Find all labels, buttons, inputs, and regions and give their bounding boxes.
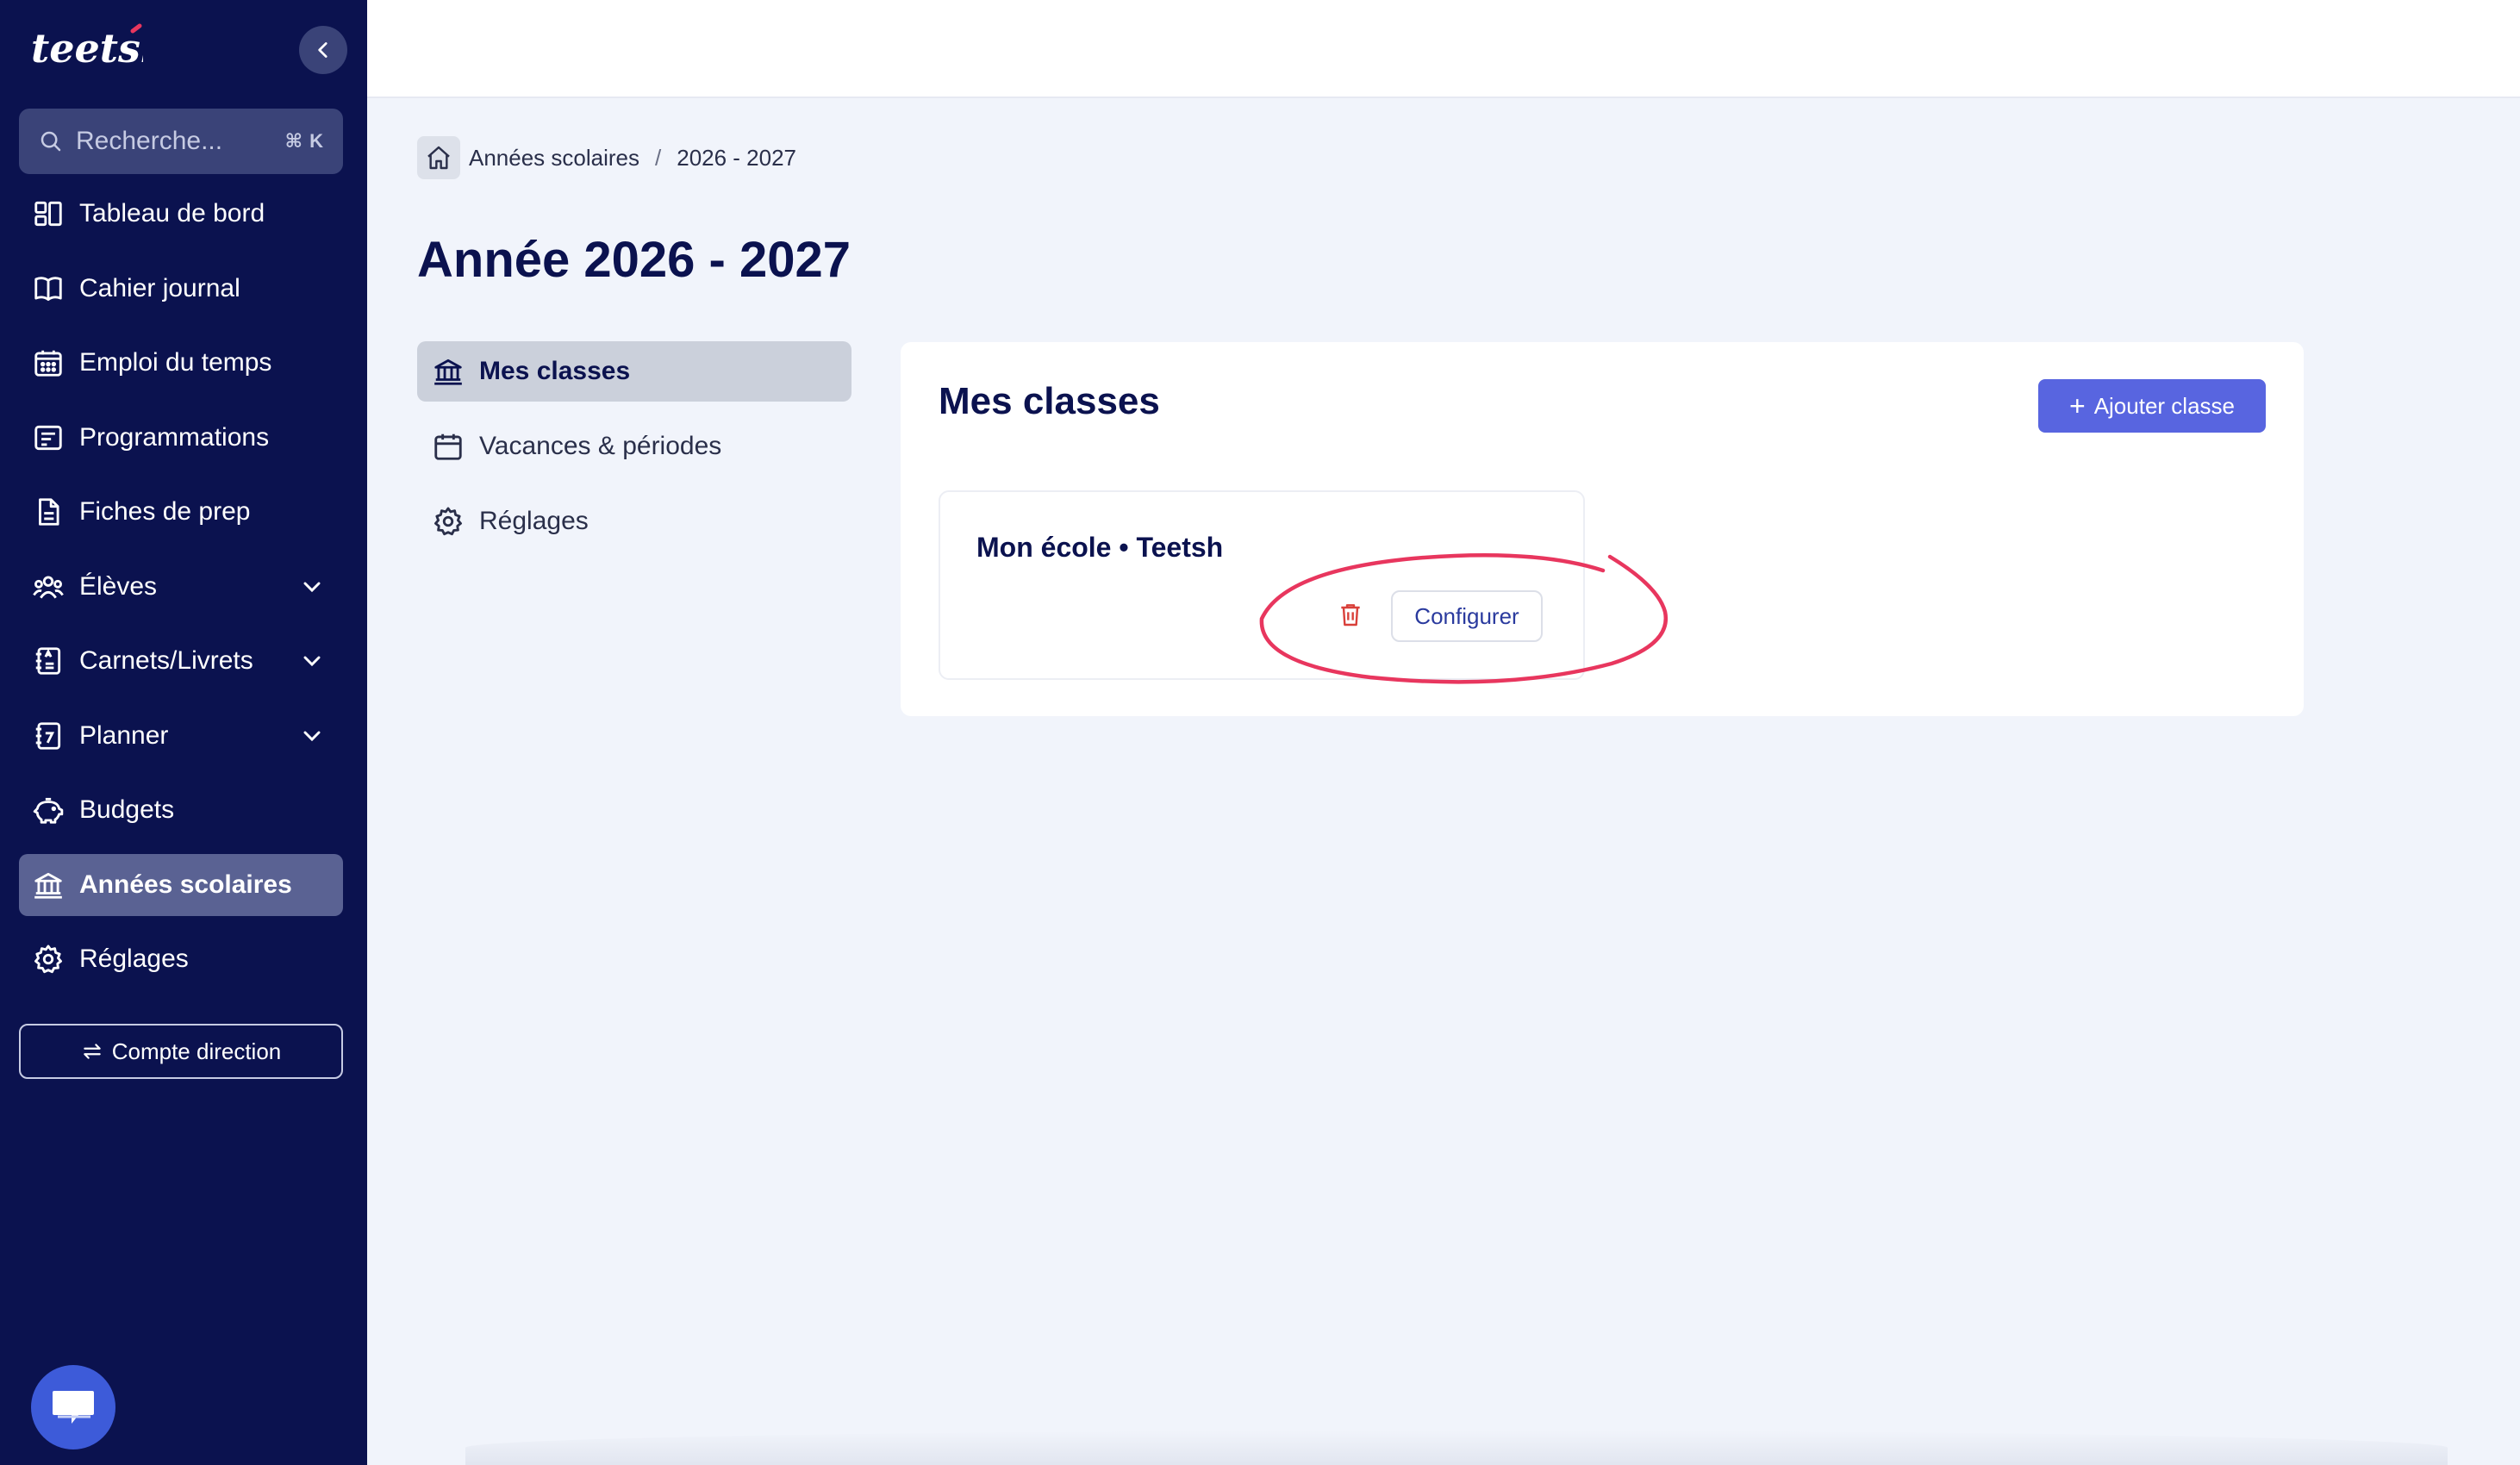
compte-direction-label: Compte direction bbox=[111, 1038, 282, 1064]
class-card: Mon école • Teetsh Configurer bbox=[939, 490, 1585, 680]
school-icon bbox=[431, 354, 465, 389]
sidebar-item-label: Emploi du temps bbox=[79, 348, 272, 377]
search-icon bbox=[41, 131, 61, 152]
calendar-grid-icon bbox=[31, 346, 65, 380]
sidebar-item-label: Programmations bbox=[79, 422, 270, 452]
delete-class-button[interactable] bbox=[1333, 597, 1368, 632]
add-class-button[interactable]: + Ajouter classe bbox=[2038, 379, 2266, 433]
gear-icon bbox=[31, 942, 65, 976]
top-bar bbox=[367, 0, 2520, 98]
sidebar-item-label: Réglages bbox=[79, 944, 189, 973]
svg-text:teetsh: teetsh bbox=[31, 25, 143, 72]
chat-icon bbox=[53, 1391, 94, 1424]
breadcrumb-annees-scolaires[interactable]: Années scolaires bbox=[469, 145, 639, 171]
search-box[interactable]: Recherche... ⌘ K bbox=[19, 109, 343, 174]
plus-icon: + bbox=[2069, 390, 2086, 421]
sidebar-item-label: Budgets bbox=[79, 795, 175, 824]
bottom-shadow bbox=[465, 1431, 2448, 1465]
search-shortcut: ⌘ K bbox=[284, 130, 324, 152]
sidebar-item-label: Élèves bbox=[79, 571, 158, 601]
breadcrumb: Années scolaires / 2026 - 2027 bbox=[417, 136, 796, 179]
breadcrumb-separator: / bbox=[655, 144, 662, 171]
sidebar-item-carnets-livrets[interactable]: Carnets/Livrets bbox=[19, 630, 343, 692]
book-icon bbox=[31, 271, 65, 306]
chevron-down-icon bbox=[303, 731, 321, 741]
students-icon bbox=[31, 570, 65, 604]
collapse-sidebar-button[interactable] bbox=[299, 26, 347, 74]
sidebar-item-cahier-journal[interactable]: Cahier journal bbox=[19, 258, 343, 320]
gear-icon bbox=[431, 504, 465, 539]
sidebar-item-label: Fiches de prep bbox=[79, 497, 251, 526]
classes-panel: Mes classes + Ajouter classe Mon école •… bbox=[901, 342, 2304, 716]
sidebar-item-planner[interactable]: Planner bbox=[19, 705, 343, 767]
document-icon bbox=[31, 495, 65, 529]
sidebar-nav: Tableau de bord Cahier journal Emploi du… bbox=[19, 183, 343, 1003]
sidebar-item-emploi-du-temps[interactable]: Emploi du temps bbox=[19, 332, 343, 394]
sidebar-item-fiches-de-prep[interactable]: Fiches de prep bbox=[19, 481, 343, 543]
add-class-label: Ajouter classe bbox=[2093, 392, 2235, 419]
chevron-down-icon bbox=[303, 656, 321, 667]
subnav-vacances-periodes[interactable]: Vacances & périodes bbox=[417, 416, 851, 477]
subnav-mes-classes[interactable]: Mes classes bbox=[417, 341, 851, 402]
sidebar-item-eleves[interactable]: Élèves bbox=[19, 556, 343, 618]
list-board-icon bbox=[31, 421, 65, 455]
subnav-label: Vacances & périodes bbox=[479, 432, 722, 460]
calendar-icon bbox=[431, 429, 465, 464]
school-icon bbox=[31, 868, 65, 902]
trash-icon bbox=[1341, 604, 1360, 627]
home-button[interactable] bbox=[417, 136, 460, 179]
sidebar-item-programmations[interactable]: Programmations bbox=[19, 407, 343, 469]
piggy-bank-icon bbox=[31, 793, 65, 827]
page-title: Année 2026 - 2027 bbox=[417, 232, 851, 288]
chevron-left-icon bbox=[318, 42, 327, 58]
subnav-label: Réglages bbox=[479, 507, 589, 535]
sidebar-item-label: Planner bbox=[79, 720, 169, 750]
class-card-title: Mon école • Teetsh bbox=[976, 532, 1224, 563]
dashboard-icon bbox=[31, 196, 65, 231]
sidebar-item-label: Cahier journal bbox=[79, 273, 240, 302]
compte-direction-button[interactable]: Compte direction bbox=[19, 1024, 343, 1079]
breadcrumb-current-year: 2026 - 2027 bbox=[677, 144, 797, 171]
panel-title: Mes classes bbox=[939, 380, 1160, 422]
subnav-reglages[interactable]: Réglages bbox=[417, 491, 851, 552]
swap-icon bbox=[83, 1044, 101, 1059]
teetsh-logo[interactable]: teetsh bbox=[31, 22, 169, 74]
chevron-down-icon bbox=[303, 582, 321, 592]
notebook-icon bbox=[31, 644, 65, 678]
sidebar-item-tableau-de-bord[interactable]: Tableau de bord bbox=[19, 183, 343, 245]
search-placeholder: Recherche... bbox=[76, 127, 223, 155]
sidebar-item-annees-scolaires[interactable]: Années scolaires bbox=[19, 853, 343, 916]
sidebar-item-budgets[interactable]: Budgets bbox=[19, 779, 343, 841]
chat-support-button[interactable] bbox=[31, 1365, 115, 1449]
planner-icon bbox=[31, 719, 65, 753]
subnav-label: Mes classes bbox=[479, 357, 631, 385]
sidebar-item-label: Années scolaires bbox=[79, 870, 292, 899]
sidebar-item-reglages[interactable]: Réglages bbox=[19, 928, 343, 990]
year-subnav: Mes classes Vacances & périodes Réglages bbox=[417, 341, 851, 566]
sidebar: teetsh Recherche... ⌘ K Tableau de bord … bbox=[0, 0, 367, 1465]
configure-class-button[interactable]: Configurer bbox=[1391, 590, 1543, 642]
home-icon bbox=[427, 146, 450, 170]
sidebar-item-label: Carnets/Livrets bbox=[79, 646, 253, 675]
sidebar-item-label: Tableau de bord bbox=[79, 199, 265, 228]
